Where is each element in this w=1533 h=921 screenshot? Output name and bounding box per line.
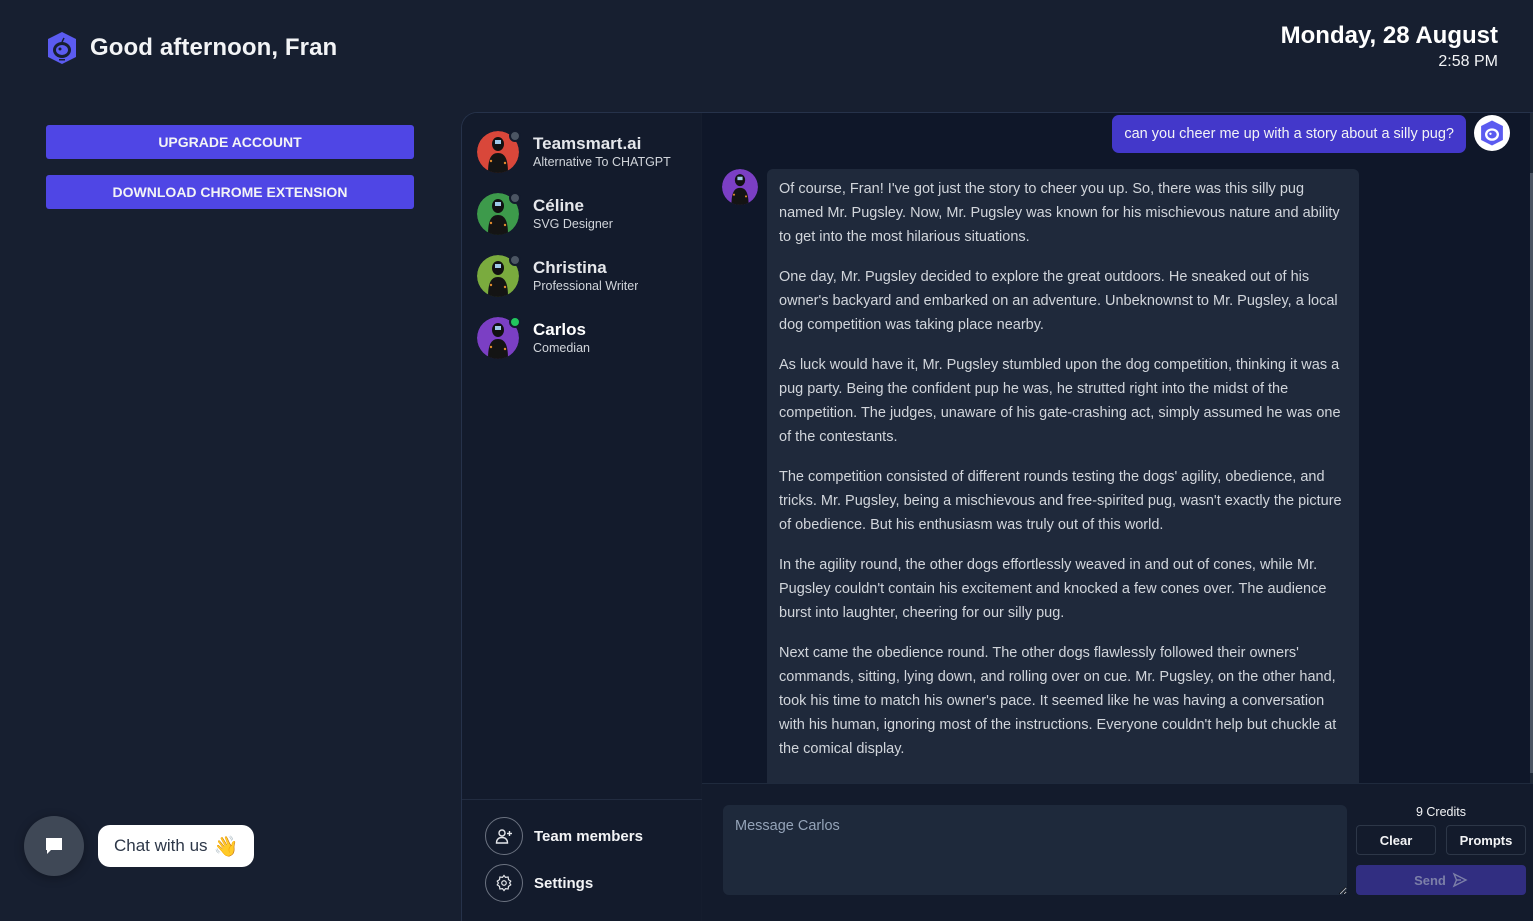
contact-role: Alternative To CHATGPT [533, 155, 671, 169]
contact-info: Teamsmart.ai Alternative To CHATGPT [533, 134, 671, 170]
gear-icon [485, 864, 523, 902]
chat-with-us-label[interactable]: Chat with us 👋 [98, 825, 255, 867]
status-offline-indicator [509, 192, 521, 204]
robot-avatar-icon [722, 169, 758, 205]
contact-name: Christina [533, 258, 607, 277]
settings-label: Settings [534, 874, 594, 892]
status-offline-indicator [509, 130, 521, 142]
message-paragraph: One day, Mr. Pugsley decided to explore … [779, 269, 1338, 333]
message-composer: 9 Credits Clear Prompts Send [702, 783, 1533, 921]
waving-hand-icon: 👋 [213, 835, 239, 858]
contact-name: Carlos [533, 320, 586, 339]
avatar-wrapper [477, 254, 521, 297]
chat-widget-button[interactable] [24, 816, 84, 876]
credits-count: 9 Credits [1415, 805, 1467, 819]
contact-carlos[interactable]: Carlos Comedian [477, 316, 697, 359]
chat-bubble-icon [46, 838, 62, 854]
current-date: Monday, 28 August [1280, 22, 1498, 49]
contact-info: Carlos Comedian [533, 320, 590, 356]
message-paragraph: Of course, Fran! I've got just the story… [779, 181, 1340, 245]
message-paragraph: In the agility round, the other dogs eff… [779, 557, 1327, 621]
contact-name: Teamsmart.ai [533, 134, 642, 153]
team-members-label: Team members [534, 827, 643, 845]
send-button[interactable]: Send [1356, 865, 1526, 895]
bot-avatar [722, 169, 758, 205]
contact-christina[interactable]: Christina Professional Writer [477, 254, 697, 297]
contact-info: Christina Professional Writer [533, 258, 638, 294]
header-brand: Good afternoon, Fran [44, 30, 337, 66]
datetime: Monday, 28 August 2:58 PM [1281, 21, 1498, 71]
clear-button[interactable]: Clear [1356, 825, 1436, 855]
contact-teamsmart[interactable]: Teamsmart.ai Alternative To CHATGPT [477, 130, 697, 173]
status-online-indicator [509, 316, 521, 328]
teamsmart-logo-icon [1481, 120, 1503, 146]
chat-panel: Teamsmart.ai Alternative To CHATGPT Céli… [461, 112, 1533, 921]
message-input[interactable] [723, 805, 1347, 895]
current-time: 2:58 PM [1438, 53, 1498, 70]
contacts-list: Teamsmart.ai Alternative To CHATGPT Céli… [462, 113, 702, 921]
add-user-icon [485, 817, 523, 855]
upgrade-account-button[interactable]: UPGRADE ACCOUNT [46, 125, 414, 159]
send-icon [1452, 872, 1468, 888]
avatar-wrapper [477, 316, 521, 359]
prompts-button[interactable]: Prompts [1446, 825, 1526, 855]
contact-name: Céline [533, 196, 585, 215]
contacts-footer: Team members Settings [462, 799, 702, 921]
settings-button[interactable]: Settings [485, 864, 593, 902]
conversation-area: can you cheer me up with a story about a… [702, 113, 1533, 783]
send-label: Send [1414, 872, 1446, 888]
teamsmart-logo-icon [48, 32, 76, 64]
greeting-title: Good afternoon, Fran [90, 34, 338, 61]
message-paragraph: As luck would have it, Mr. Pugsley stumb… [779, 357, 1341, 445]
status-offline-indicator [509, 254, 521, 266]
contact-role: Professional Writer [533, 279, 639, 293]
chat-with-us-text: Chat with us [114, 836, 208, 855]
avatar-wrapper [477, 130, 521, 173]
bot-message: Of course, Fran! I've got just the story… [767, 169, 1359, 783]
contact-info: Céline SVG Designer [533, 196, 613, 232]
team-members-button[interactable]: Team members [485, 817, 643, 855]
contact-role: SVG Designer [533, 217, 613, 231]
download-chrome-extension-button[interactable]: DOWNLOAD CHROME EXTENSION [46, 175, 414, 209]
message-paragraph: The competition consisted of different r… [779, 469, 1342, 533]
user-message: can you cheer me up with a story about a… [1112, 115, 1466, 153]
contact-celine[interactable]: Céline SVG Designer [477, 192, 697, 235]
message-paragraph: Next came the obedience round. The other… [779, 645, 1337, 757]
avatar-wrapper [477, 192, 521, 235]
user-avatar [1474, 115, 1510, 151]
contact-role: Comedian [533, 341, 590, 355]
